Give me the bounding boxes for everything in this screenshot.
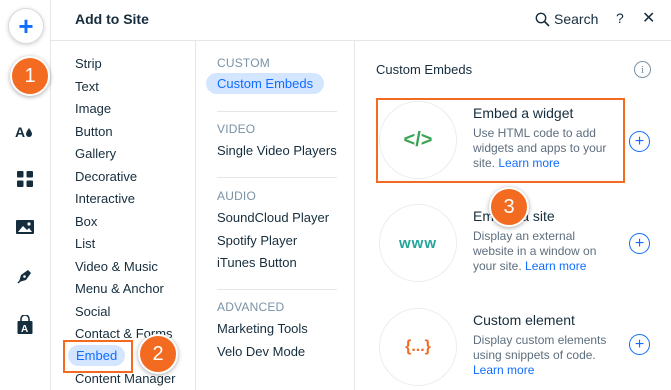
category-item-image[interactable]: Image [75,101,111,116]
category-item-interactive[interactable]: Interactive [75,191,135,206]
www-icon: www [379,204,457,282]
highlight-embed-widget [376,98,625,183]
subcategory-item-soundcloud-player[interactable]: SoundCloud Player [217,210,329,225]
subcategory-item-marketing-tools[interactable]: Marketing Tools [217,321,308,336]
category-item-text[interactable]: Text [75,79,99,94]
search-label: Search [554,11,599,27]
svg-text:A: A [21,324,28,335]
category-item-box[interactable]: Box [75,214,97,229]
card-title: Custom element [473,312,575,328]
category-list: Strip Text Image Button Gallery Decorati… [51,41,196,390]
add-embed-widget-button[interactable]: + [629,131,650,152]
help-button[interactable]: ? [616,10,624,26]
info-icon[interactable]: i [634,61,651,78]
learn-more-link[interactable]: Learn more [473,363,534,377]
section-header-advanced: ADVANCED [217,300,285,314]
add-custom-element-button[interactable]: + [629,334,650,355]
add-elements-button[interactable]: + [8,8,44,44]
divider [217,177,337,178]
category-item-social[interactable]: Social [75,304,110,319]
category-item-video-music[interactable]: Video & Music [75,259,158,274]
category-item-menu-anchor[interactable]: Menu & Anchor [75,281,164,296]
step-badge-3: 3 [489,187,529,227]
search-icon [535,12,550,27]
store-icon[interactable]: A [13,313,37,337]
panel-title: Add to Site [75,11,149,27]
blog-icon[interactable] [13,264,37,288]
close-button[interactable]: ✕ [642,8,655,28]
category-item-gallery[interactable]: Gallery [75,146,116,161]
custom-element-card[interactable]: {...} Custom element Display custom elem… [376,305,626,390]
subcategory-item-spotify-player[interactable]: Spotify Player [217,233,297,248]
learn-more-link[interactable]: Learn more [525,259,586,273]
section-title: Custom Embeds [376,62,473,77]
card-description: Display custom elements using snippets o… [473,333,607,377]
card-description: Display an external website in a window … [473,229,597,273]
category-item-decorative[interactable]: Decorative [75,169,137,184]
svg-text:A: A [15,124,25,140]
plus-icon: + [18,11,34,41]
category-item-strip[interactable]: Strip [75,56,102,71]
add-embed-site-button[interactable]: + [629,233,650,254]
subcategory-item-itunes-button[interactable]: iTunes Button [217,255,297,270]
section-header-audio: AUDIO [217,189,257,203]
subcategory-item-single-video-players[interactable]: Single Video Players [217,143,337,158]
category-item-button[interactable]: Button [75,124,113,139]
subcategory-item-custom-embeds[interactable]: Custom Embeds [206,73,325,94]
step-badge-1: 1 [10,56,50,96]
panel-header: Add to Site Search ? ✕ [51,0,671,41]
apps-icon[interactable] [13,167,37,191]
step-badge-2: 2 [138,334,178,374]
subcategory-item-velo-dev-mode[interactable]: Velo Dev Mode [217,344,305,359]
media-icon[interactable] [13,215,37,239]
search-button[interactable]: Search [535,9,598,29]
divider [217,111,337,112]
subcategory-list: CUSTOM Custom Embeds VIDEO Single Video … [196,41,355,390]
custom-element-icon: {...} [379,308,457,386]
highlight-embed-category [63,340,133,373]
category-item-list[interactable]: List [75,236,95,251]
divider [217,289,337,290]
section-header-custom: CUSTOM [217,56,270,70]
section-header-video: VIDEO [217,122,256,136]
theme-icon[interactable]: A [13,120,37,144]
